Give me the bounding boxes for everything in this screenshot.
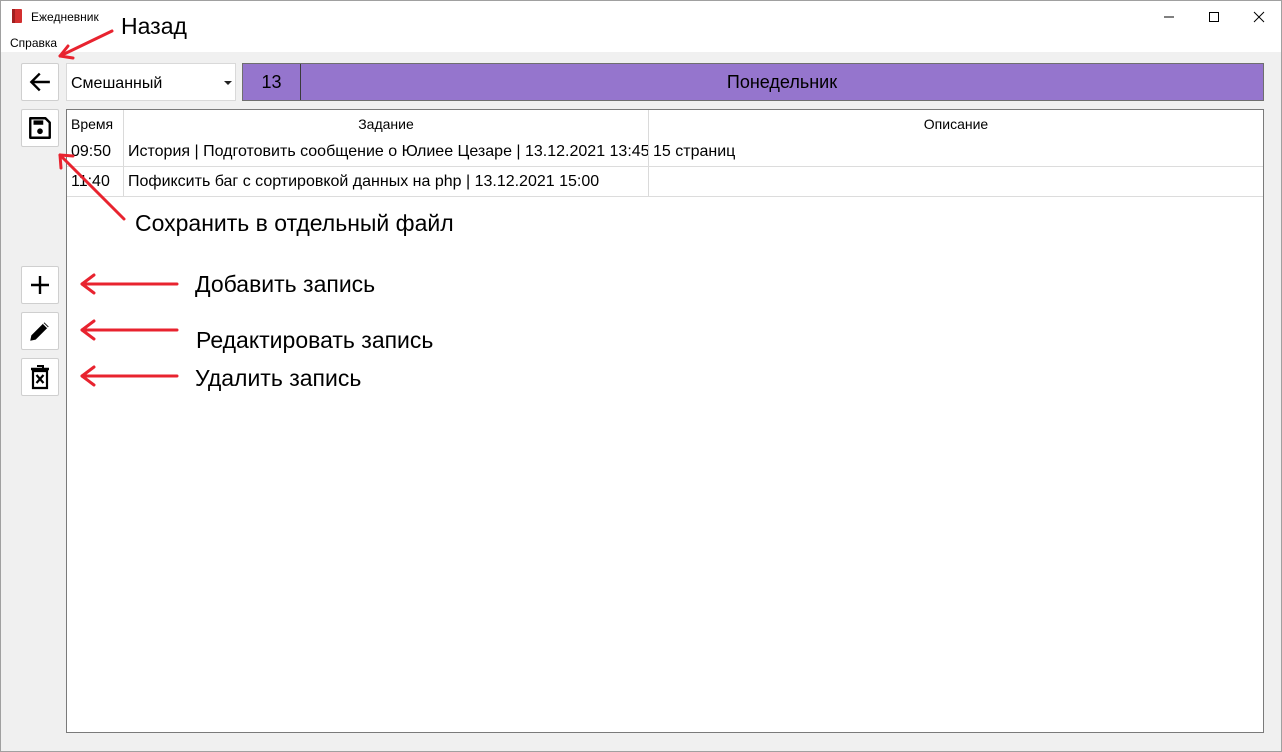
add-record-button[interactable] [21, 266, 59, 304]
cell-time: 11:40 [67, 167, 124, 196]
day-number: 13 [243, 64, 301, 100]
cell-task: Пофиксить баг с сортировкой данных на ph… [124, 167, 649, 196]
column-header-task[interactable]: Задание [124, 110, 649, 137]
window-title: Ежедневник [31, 10, 99, 24]
minimize-button[interactable] [1146, 1, 1192, 32]
notebook-icon [12, 9, 22, 23]
table-row[interactable]: 11:40 Пофиксить баг с сортировкой данных… [67, 167, 1263, 197]
cell-description [649, 167, 1263, 196]
back-button[interactable] [21, 63, 59, 101]
title-bar: Ежедневник [1, 1, 1281, 32]
minimize-icon [1164, 16, 1174, 17]
arrow-left-icon [29, 72, 50, 92]
caret-down-icon [224, 81, 232, 85]
cell-description: 15 страниц [653, 142, 736, 160]
edit-record-button[interactable] [21, 312, 59, 350]
mode-dropdown[interactable]: Смешанный [66, 63, 236, 101]
annotation-save: Сохранить в отдельный файл [135, 210, 454, 236]
save-button[interactable] [21, 109, 59, 147]
table-header: Время Задание Описание [67, 110, 1263, 137]
annotation-edit: Редактировать запись [196, 327, 434, 353]
delete-record-button[interactable] [21, 358, 59, 396]
maximize-icon [1209, 11, 1219, 22]
pencil-icon [30, 322, 49, 341]
annotation-add: Добавить запись [195, 271, 376, 297]
cell-time: 09:50 [67, 137, 124, 166]
menu-item-help[interactable]: Справка [10, 36, 57, 50]
maximize-button[interactable] [1191, 1, 1237, 32]
cell-task: История | Подготовить сообщение о Юлиее … [124, 137, 649, 166]
floppy-disk-icon [29, 117, 51, 139]
column-header-time[interactable]: Время [67, 110, 124, 137]
table-row[interactable]: 09:50 История | Подготовить сообщение о … [67, 137, 1263, 167]
trash-icon [31, 365, 49, 390]
day-name: Понедельник [726, 71, 838, 92]
mode-dropdown-value: Смешанный [71, 75, 163, 92]
menu-bar: Справка [1, 32, 1281, 52]
app-window: Ежедневник Справка Смешанный 13 Понедель… [0, 0, 1282, 752]
close-button[interactable] [1236, 1, 1282, 32]
plus-icon [31, 276, 49, 294]
records-table[interactable]: Время Задание Описание 09:50 История | П… [66, 109, 1264, 733]
annotation-back: Назад [121, 13, 187, 39]
column-header-description[interactable]: Описание [649, 110, 1263, 137]
annotation-delete: Удалить запись [195, 365, 362, 391]
close-icon [1253, 11, 1265, 22]
day-header: 13 Понедельник [242, 63, 1264, 101]
